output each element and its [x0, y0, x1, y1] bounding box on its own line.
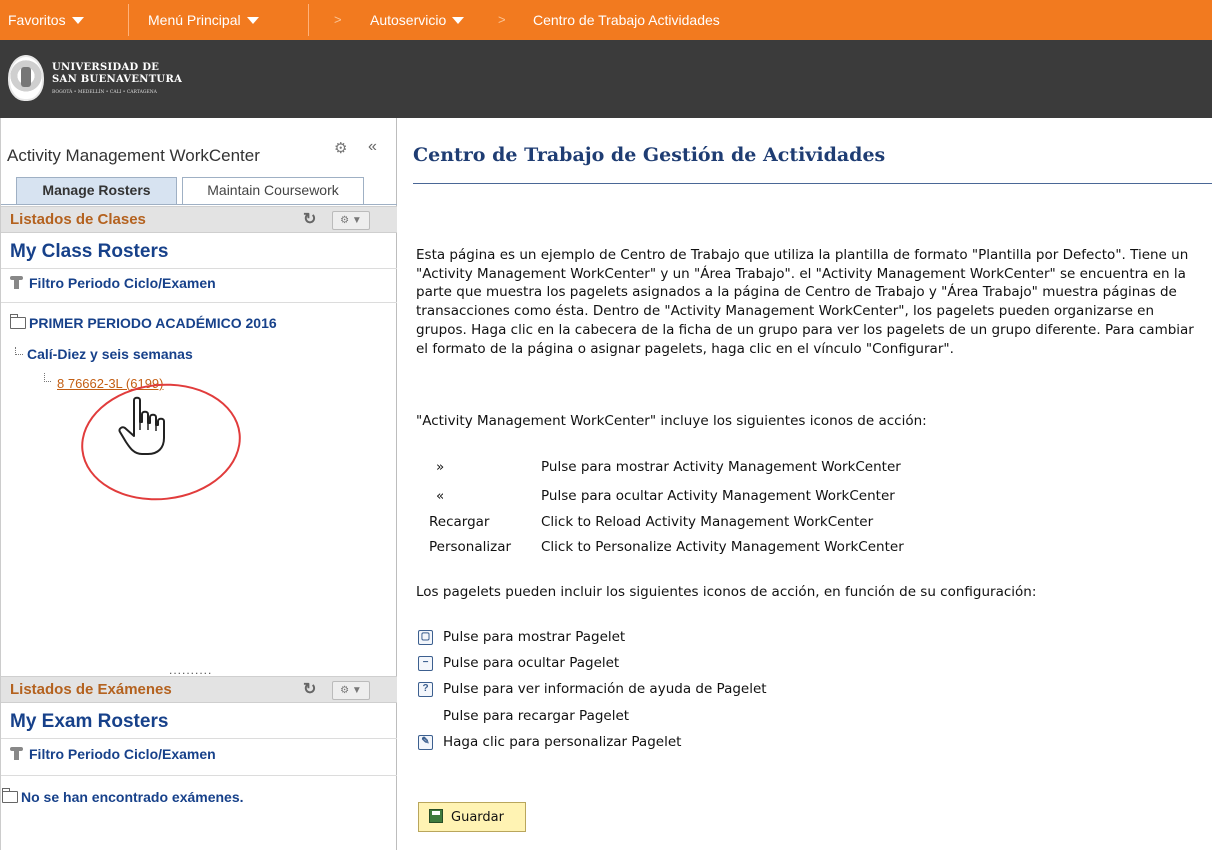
pagelet-action-label: Pulse para mostrar Pagelet — [443, 629, 626, 645]
tab-maintain-coursework[interactable]: Maintain Coursework — [182, 177, 364, 204]
no-exams-message: No se han encontrado exámenes. — [2, 788, 244, 805]
class-rosters-header: Listados de Clases ↻ ⚙ ▼ — [1, 206, 397, 233]
refresh-icon[interactable]: ↻ — [303, 209, 316, 229]
session-node[interactable]: Calí-Diez y seis semanas — [15, 346, 193, 362]
filter-icon — [10, 747, 26, 761]
filter-icon — [10, 276, 26, 290]
caret-down-icon — [71, 16, 84, 24]
divider — [1, 738, 397, 739]
page-title: Centro de Trabajo de Gestión de Activida… — [413, 144, 886, 166]
pagelet-action-label: Pulse para ver información de ayuda de P… — [443, 681, 767, 697]
workcenter-panel: Activity Management WorkCenter ⚙ « Manag… — [0, 118, 397, 850]
filter-label: Filtro Periodo Ciclo/Examen — [29, 275, 216, 291]
divider — [1, 302, 397, 303]
session-label: Calí-Diez y seis semanas — [27, 346, 193, 362]
university-logo-text: UNIVERSIDAD DE SAN BUENAVENTURA BOGOTÁ •… — [52, 62, 182, 99]
caret-down-icon — [246, 16, 259, 24]
top-nav-bar: Favoritos Menú Principal > Autoservicio … — [0, 0, 1212, 40]
divider — [1, 268, 397, 269]
pagelet-action-label: Pulse para recargar Pagelet — [443, 708, 630, 724]
class-rosters-title: My Class Rosters — [10, 241, 169, 262]
term-folder[interactable]: PRIMER PERIODO ACADÉMICO 2016 — [10, 314, 277, 331]
hand-pointer-cursor-icon — [118, 396, 165, 455]
action-desc: Click to Reload Activity Management Work… — [541, 514, 874, 530]
save-button[interactable]: Guardar — [418, 802, 526, 832]
main-menu-label: Menú Principal — [148, 12, 241, 28]
tabs-divider — [1, 204, 397, 205]
self-service-label: Autoservicio — [370, 12, 447, 28]
no-exams-label: No se han encontrado exámenes. — [21, 789, 244, 805]
actions-heading: "Activity Management WorkCenter" incluye… — [416, 413, 927, 429]
pagelet-splitter[interactable]: .......... — [169, 663, 212, 677]
save-label: Guardar — [451, 810, 504, 825]
favorites-menu[interactable]: Favoritos — [8, 0, 84, 40]
pagelet-action-label: Haga clic para personalizar Pagelet — [443, 734, 682, 750]
term-label: PRIMER PERIODO ACADÉMICO 2016 — [29, 315, 277, 331]
title-divider — [413, 183, 1212, 184]
university-seal-logo — [8, 55, 44, 101]
refresh-icon[interactable]: ↻ — [303, 679, 316, 699]
save-disk-icon — [429, 809, 443, 823]
main-menu[interactable]: Menú Principal — [148, 0, 259, 40]
help-icon: ? — [418, 682, 433, 697]
tree-branch-icon — [44, 373, 55, 391]
logo-line-2: SAN BUENAVENTURA — [52, 74, 183, 85]
nav-divider — [308, 4, 309, 36]
class-rosters-header-title: Listados de Clases — [10, 211, 146, 228]
maximize-icon: ▢ — [418, 630, 433, 645]
self-service-menu[interactable]: Autoservicio — [370, 0, 465, 40]
tree-branch-icon — [15, 347, 23, 355]
action-key: Personalizar — [429, 539, 512, 555]
exam-rosters-header: Listados de Exámenes ↻ ⚙ ▼ — [1, 676, 397, 703]
collapse-panel-icon[interactable]: « — [368, 138, 377, 156]
breadcrumb-separator-icon: > — [334, 12, 342, 27]
intro-paragraph: Esta página es un ejemplo de Centro de T… — [416, 247, 1194, 357]
class-filter-link[interactable]: Filtro Periodo Ciclo/Examen — [10, 275, 216, 291]
pagelet-options-button[interactable]: ⚙ ▼ — [332, 681, 370, 700]
filter-label: Filtro Periodo Ciclo/Examen — [29, 746, 216, 762]
breadcrumb-current[interactable]: Centro de Trabajo Actividades — [533, 0, 720, 40]
caret-down-icon — [452, 16, 465, 24]
tab-manage-rosters[interactable]: Manage Rosters — [16, 177, 177, 204]
action-desc: Pulse para ocultar Activity Management W… — [541, 488, 895, 504]
edit-icon: ✎ — [418, 735, 433, 750]
folder-open-icon — [2, 788, 18, 803]
exam-rosters-header-title: Listados de Exámenes — [10, 681, 172, 698]
exam-rosters-title: My Exam Rosters — [10, 711, 169, 732]
action-desc: Pulse para mostrar Activity Management W… — [541, 459, 901, 475]
pagelet-options-button[interactable]: ⚙ ▼ — [332, 211, 370, 230]
logo-line-3: BOGOTÁ • MEDELLÍN • CALI • CARTAGENA — [52, 90, 157, 95]
action-desc: Click to Personalize Activity Management… — [541, 539, 904, 555]
pagelets-heading: Los pagelets pueden incluir los siguient… — [416, 584, 1037, 600]
minimize-icon: − — [418, 656, 433, 671]
pagelet-action-label: Pulse para ocultar Pagelet — [443, 655, 620, 671]
favorites-label: Favoritos — [8, 12, 66, 28]
work-area: Centro de Trabajo de Gestión de Activida… — [398, 118, 1212, 850]
nav-divider — [128, 4, 129, 36]
folder-open-icon — [10, 314, 26, 329]
header-banner: UNIVERSIDAD DE SAN BUENAVENTURA BOGOTÁ •… — [0, 40, 1212, 118]
exam-filter-link[interactable]: Filtro Periodo Ciclo/Examen — [10, 746, 216, 762]
logo-line-1: UNIVERSIDAD DE — [52, 62, 160, 73]
action-key: Recargar — [429, 514, 490, 530]
expand-icon: » — [436, 459, 445, 475]
workcenter-title: Activity Management WorkCenter — [7, 146, 260, 165]
breadcrumb-separator-icon: > — [498, 12, 506, 27]
divider — [1, 775, 397, 776]
gear-icon[interactable]: ⚙ — [334, 139, 347, 157]
collapse-icon: « — [436, 488, 445, 504]
